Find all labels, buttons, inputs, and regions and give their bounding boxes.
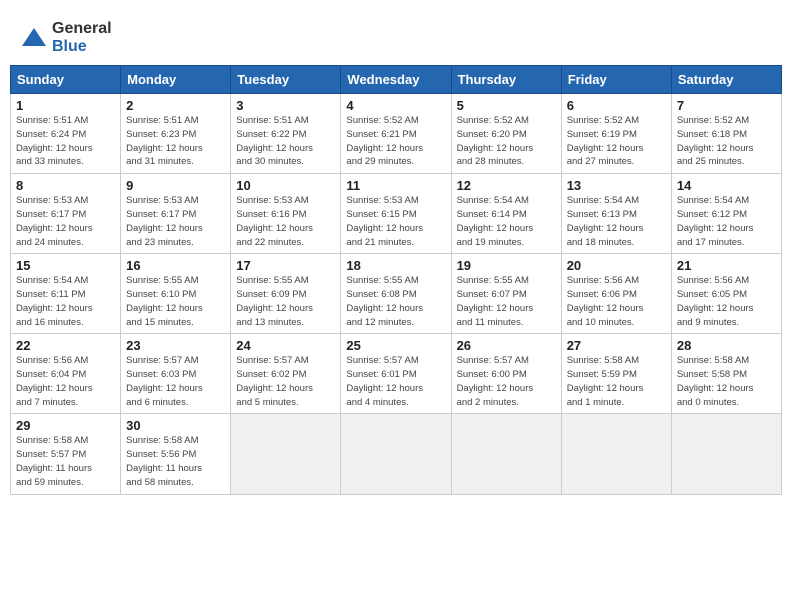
table-cell-day16: 16Sunrise: 5:55 AMSunset: 6:10 PMDayligh… [121,254,231,334]
table-row: 1Sunrise: 5:51 AMSunset: 6:24 PMDaylight… [11,94,782,174]
table-row: 29Sunrise: 5:58 AMSunset: 5:57 PMDayligh… [11,414,782,494]
logo-blue-text: Blue [52,38,112,56]
table-cell-day23: 23Sunrise: 5:57 AMSunset: 6:03 PMDayligh… [121,334,231,414]
table-cell-day30: 30Sunrise: 5:58 AMSunset: 5:56 PMDayligh… [121,414,231,494]
table-cell-empty [451,414,561,494]
col-saturday: Saturday [671,66,781,94]
logo-general-text: General [52,20,112,38]
table-cell-day22: 22Sunrise: 5:56 AMSunset: 6:04 PMDayligh… [11,334,121,414]
col-friday: Friday [561,66,671,94]
table-cell-day17: 17Sunrise: 5:55 AMSunset: 6:09 PMDayligh… [231,254,341,334]
table-cell-empty [231,414,341,494]
table-row: 8Sunrise: 5:53 AMSunset: 6:17 PMDaylight… [11,174,782,254]
table-cell-day14: 14Sunrise: 5:54 AMSunset: 6:12 PMDayligh… [671,174,781,254]
table-cell-day1: 1Sunrise: 5:51 AMSunset: 6:24 PMDaylight… [11,94,121,174]
table-cell-day24: 24Sunrise: 5:57 AMSunset: 6:02 PMDayligh… [231,334,341,414]
col-tuesday: Tuesday [231,66,341,94]
table-cell-day9: 9Sunrise: 5:53 AMSunset: 6:17 PMDaylight… [121,174,231,254]
table-cell-day27: 27Sunrise: 5:58 AMSunset: 5:59 PMDayligh… [561,334,671,414]
table-cell-day29: 29Sunrise: 5:58 AMSunset: 5:57 PMDayligh… [11,414,121,494]
table-row: 15Sunrise: 5:54 AMSunset: 6:11 PMDayligh… [11,254,782,334]
col-sunday: Sunday [11,66,121,94]
table-cell-day28: 28Sunrise: 5:58 AMSunset: 5:58 PMDayligh… [671,334,781,414]
table-cell-day26: 26Sunrise: 5:57 AMSunset: 6:00 PMDayligh… [451,334,561,414]
table-cell-empty [671,414,781,494]
table-cell-day13: 13Sunrise: 5:54 AMSunset: 6:13 PMDayligh… [561,174,671,254]
table-cell-day18: 18Sunrise: 5:55 AMSunset: 6:08 PMDayligh… [341,254,451,334]
table-cell-empty [561,414,671,494]
table-cell-day7: 7Sunrise: 5:52 AMSunset: 6:18 PMDaylight… [671,94,781,174]
table-cell-day2: 2Sunrise: 5:51 AMSunset: 6:23 PMDaylight… [121,94,231,174]
table-row: 22Sunrise: 5:56 AMSunset: 6:04 PMDayligh… [11,334,782,414]
table-cell-day10: 10Sunrise: 5:53 AMSunset: 6:16 PMDayligh… [231,174,341,254]
col-monday: Monday [121,66,231,94]
table-cell-day21: 21Sunrise: 5:56 AMSunset: 6:05 PMDayligh… [671,254,781,334]
table-cell-day11: 11Sunrise: 5:53 AMSunset: 6:15 PMDayligh… [341,174,451,254]
table-cell-day20: 20Sunrise: 5:56 AMSunset: 6:06 PMDayligh… [561,254,671,334]
table-cell-empty [341,414,451,494]
table-cell-day5: 5Sunrise: 5:52 AMSunset: 6:20 PMDaylight… [451,94,561,174]
table-cell-day25: 25Sunrise: 5:57 AMSunset: 6:01 PMDayligh… [341,334,451,414]
calendar-header-row: SundayMondayTuesdayWednesdayThursdayFrid… [11,66,782,94]
table-cell-day8: 8Sunrise: 5:53 AMSunset: 6:17 PMDaylight… [11,174,121,254]
table-cell-day15: 15Sunrise: 5:54 AMSunset: 6:11 PMDayligh… [11,254,121,334]
table-cell-day3: 3Sunrise: 5:51 AMSunset: 6:22 PMDaylight… [231,94,341,174]
page-header: General Blue [10,10,782,59]
logo: General Blue [20,20,112,55]
col-wednesday: Wednesday [341,66,451,94]
logo-icon [20,24,48,52]
table-cell-day12: 12Sunrise: 5:54 AMSunset: 6:14 PMDayligh… [451,174,561,254]
col-thursday: Thursday [451,66,561,94]
table-cell-day4: 4Sunrise: 5:52 AMSunset: 6:21 PMDaylight… [341,94,451,174]
table-cell-day19: 19Sunrise: 5:55 AMSunset: 6:07 PMDayligh… [451,254,561,334]
table-cell-day6: 6Sunrise: 5:52 AMSunset: 6:19 PMDaylight… [561,94,671,174]
calendar-table: SundayMondayTuesdayWednesdayThursdayFrid… [10,65,782,494]
